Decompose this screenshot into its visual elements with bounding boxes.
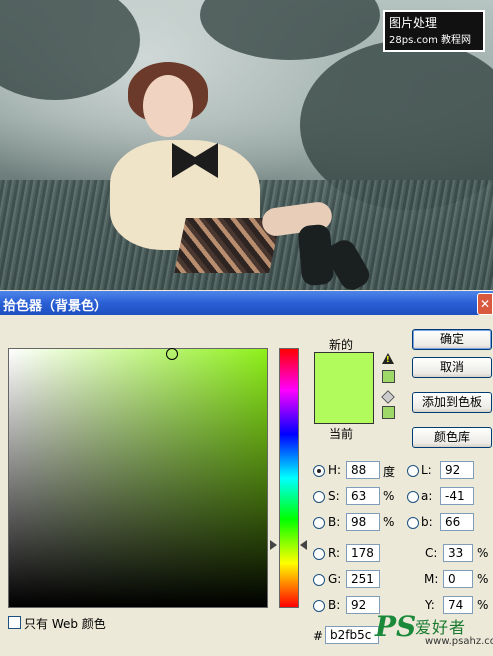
s-input[interactable]: 63 (346, 487, 380, 505)
l-input[interactable]: 92 (440, 461, 474, 479)
h-label: H: (328, 463, 342, 477)
close-button[interactable]: ✕ (477, 293, 493, 315)
color-field[interactable] (8, 348, 268, 608)
photo-preview: 图片处理 28ps.com 教程网 (0, 0, 493, 290)
radio-s[interactable] (313, 491, 325, 503)
gamut-warning-icon[interactable]: ! (382, 353, 394, 364)
hue-slider-handle-left[interactable] (270, 540, 277, 550)
m-unit: % (477, 572, 489, 586)
l-label: L: (421, 463, 432, 477)
a-input[interactable]: -41 (440, 487, 474, 505)
c-input[interactable]: 33 (443, 544, 473, 562)
new-color-label: 新的 (329, 338, 354, 352)
hue-slider[interactable] (279, 348, 299, 608)
color-preview (314, 352, 374, 424)
h-unit: 度 (383, 465, 396, 479)
rgb-b-label: B: (328, 598, 341, 612)
b-unit: % (383, 515, 395, 529)
logo-ps: PS (375, 610, 417, 643)
radio-g[interactable] (313, 574, 325, 586)
m-label: M: (424, 572, 439, 586)
ok-button[interactable]: 确定 (412, 329, 492, 350)
dialog-titlebar: 拾色器（背景色） ✕ (0, 291, 493, 315)
site-logo: PS 爱好者 www.psahz.com (375, 610, 493, 652)
lab-b-input[interactable]: 66 (440, 513, 474, 531)
watermark-text: 28ps.com (389, 35, 438, 46)
r-label: R: (328, 546, 341, 560)
b-label: B: (328, 515, 341, 529)
radio-l[interactable] (407, 465, 419, 477)
c-unit: % (477, 546, 489, 560)
watermark: 图片处理 28ps.com 教程网 (383, 10, 485, 52)
color-picker-marker[interactable] (166, 348, 178, 360)
new-color-swatch (315, 353, 373, 388)
m-input[interactable]: 0 (443, 570, 473, 588)
current-color-swatch[interactable] (315, 388, 373, 423)
c-label: C: (425, 546, 438, 560)
color-libraries-button[interactable]: 颜色库 (412, 427, 492, 448)
h-input[interactable]: 88 (346, 461, 380, 479)
current-color-label: 当前 (329, 427, 354, 441)
radio-lab-b[interactable] (407, 517, 419, 529)
radio-r[interactable] (313, 548, 325, 560)
add-to-swatches-button[interactable]: 添加到色板 (412, 392, 492, 413)
radio-h[interactable] (313, 465, 325, 477)
lab-b-label: b: (421, 515, 433, 529)
hex-input[interactable]: b2fb5c (325, 626, 379, 644)
hex-prefix: # (313, 629, 324, 643)
web-colors-only-checkbox[interactable] (8, 616, 21, 629)
gamut-color-swatch[interactable] (382, 370, 395, 383)
web-safe-color-swatch[interactable] (382, 406, 395, 419)
web-safe-cube-icon[interactable] (381, 390, 395, 404)
b-input[interactable]: 98 (346, 513, 380, 531)
g-input[interactable]: 251 (346, 570, 380, 588)
pine-branch (0, 0, 140, 100)
a-label: a: (421, 489, 433, 503)
radio-a[interactable] (407, 491, 419, 503)
girl-face (143, 75, 193, 137)
g-label: G: (328, 572, 342, 586)
logo-text: 爱好者 (415, 618, 467, 637)
radio-b[interactable] (313, 517, 325, 529)
r-input[interactable]: 178 (346, 544, 380, 562)
s-label: S: (328, 489, 340, 503)
hue-slider-handle-right[interactable] (300, 540, 307, 550)
radio-rgb-b[interactable] (313, 600, 325, 612)
s-unit: % (383, 489, 395, 503)
logo-url: www.psahz.com (425, 636, 493, 647)
dialog-title: 拾色器（背景色） (3, 299, 108, 314)
watermark-text: 教程网 (441, 35, 472, 46)
watermark-text: 图片处理 (389, 16, 438, 30)
cancel-button[interactable]: 取消 (412, 357, 492, 378)
web-colors-only-label[interactable]: 只有 Web 颜色 (24, 615, 106, 632)
